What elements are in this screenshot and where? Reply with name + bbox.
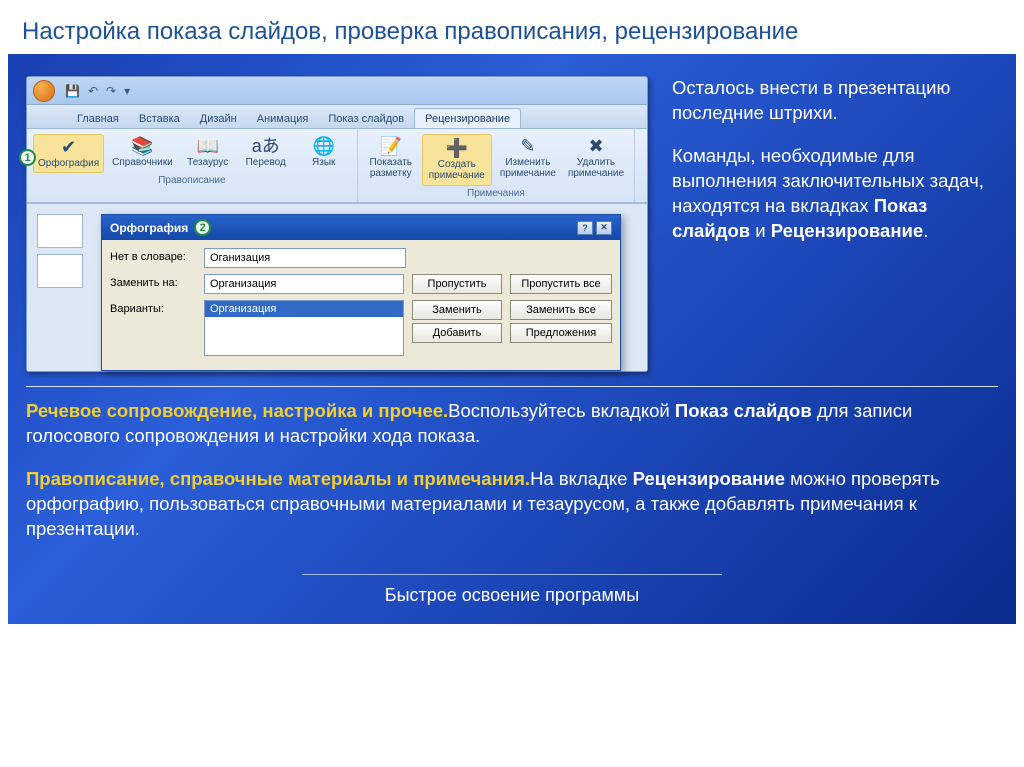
tab-review[interactable]: Рецензирование <box>414 108 521 128</box>
show-markup-icon: 📝 <box>380 137 402 155</box>
ribbon-button-label: Изменить примечание <box>500 157 556 179</box>
ribbon-button-label: Удалить примечание <box>568 157 624 179</box>
ribbon-button-label: Орфография <box>38 158 99 169</box>
translate-button[interactable]: aあ Перевод <box>239 134 293 171</box>
new-comment-button[interactable]: ➕ Создать примечание <box>422 134 492 186</box>
ribbon-button-label: Перевод <box>246 157 286 168</box>
save-icon[interactable]: 💾 <box>65 84 80 98</box>
language-button[interactable]: 🌐 Язык <box>297 134 351 171</box>
office-button[interactable] <box>33 80 55 102</box>
field-not-in-dict: Оганизация <box>204 248 406 268</box>
ribbon-button-label: Показать разметку <box>369 157 412 179</box>
spelling-button[interactable]: ✔ Орфография <box>33 134 104 173</box>
slide-footer: Быстрое освоение программы <box>26 560 998 610</box>
add-button[interactable]: Добавить <box>412 323 502 343</box>
tab-design[interactable]: Дизайн <box>190 109 247 128</box>
tab-home[interactable]: Главная <box>67 109 129 128</box>
group-label-spelling: Правописание <box>33 173 351 186</box>
intro-p1: Осталось внести в презентацию последние … <box>672 76 998 126</box>
thesaurus-icon: 📖 <box>197 137 219 155</box>
slide-thumb[interactable] <box>37 214 83 248</box>
dialog-titlebar: Орфография 2 ? ✕ <box>102 215 620 240</box>
ribbon-tabs: Главная Вставка Дизайн Анимация Показ сл… <box>27 105 647 129</box>
translate-icon: aあ <box>252 137 280 155</box>
change-button[interactable]: Заменить <box>412 300 502 320</box>
ribbon-button-label: Язык <box>312 157 335 168</box>
body-text: Речевое сопровождение, настройка и проче… <box>26 399 998 542</box>
qat-icons: 💾 ↶ ↷ ▾ <box>65 84 130 98</box>
language-icon: 🌐 <box>313 137 335 155</box>
slides-thumbnail-panel <box>37 214 93 294</box>
ribbon-group-spelling: ✔ Орфография 📚 Справочники 📖 Тезаурус aあ Перево… <box>27 129 358 202</box>
undo-icon[interactable]: ↶ <box>88 84 98 98</box>
intro-text: Осталось внести в презентацию последние … <box>672 76 998 372</box>
main-content-panel: 💾 ↶ ↷ ▾ Главная Вставка Дизайн Анимация … <box>8 54 1016 624</box>
ignore-all-button[interactable]: Пропустить все <box>510 274 612 294</box>
label-not-in-dict: Нет в словаре: <box>110 248 196 263</box>
ribbon-button-label: Справочники <box>112 157 173 168</box>
ribbon: 1 ✔Орфография📚Справочники📖ТезаурусaあПере… <box>27 129 647 203</box>
change-all-button[interactable]: Заменить все <box>510 300 612 320</box>
research-icon: 📚 <box>131 137 153 155</box>
research-button[interactable]: 📚 Справочники <box>108 134 177 171</box>
intro-p2: Команды, необходимые для выполнения закл… <box>672 144 998 244</box>
qat-more-icon[interactable]: ▾ <box>124 84 130 98</box>
spelling-icon: ✔ <box>61 138 76 156</box>
group-label-comments: Примечания <box>364 186 628 199</box>
callout-badge-2: 2 <box>194 219 211 236</box>
ribbon-group-comments: 📝 Показать разметку ➕ Создать примечание ✎ Из… <box>358 129 635 202</box>
variants-list[interactable]: Организация <box>204 300 404 356</box>
divider <box>26 386 998 387</box>
edit-comment-button[interactable]: ✎ Изменить примечание <box>496 134 560 182</box>
close-icon[interactable]: ✕ <box>596 221 612 235</box>
tab-animation[interactable]: Анимация <box>247 109 319 128</box>
quick-access-toolbar: 💾 ↶ ↷ ▾ <box>27 77 647 105</box>
callout-badge-1: 1 <box>19 149 36 166</box>
label-variants: Варианты: <box>110 300 196 315</box>
slide-thumb[interactable] <box>37 254 83 288</box>
help-icon[interactable]: ? <box>577 221 593 235</box>
field-change-to[interactable]: Организация <box>204 274 404 294</box>
ignore-button[interactable]: Пропустить <box>412 274 502 294</box>
delete-comment-icon: ✖ <box>588 137 603 155</box>
new-comment-icon: ➕ <box>446 139 468 157</box>
tab-slideshow[interactable]: Показ слайдов <box>318 109 414 128</box>
dialog-title-text: Орфография <box>110 221 188 235</box>
delete-comment-button[interactable]: ✖ Удалить примечание <box>564 134 628 182</box>
slide-title: Настройка показа слайдов, проверка право… <box>0 0 1024 54</box>
show-markup-button[interactable]: 📝 Показать разметку <box>364 134 418 182</box>
ribbon-button-label: Создать примечание <box>429 159 485 181</box>
body-p1: Речевое сопровождение, настройка и проче… <box>26 399 998 449</box>
tab-insert[interactable]: Вставка <box>129 109 190 128</box>
redo-icon[interactable]: ↷ <box>106 84 116 98</box>
body-p2: Правописание, справочные материалы и при… <box>26 467 998 542</box>
powerpoint-screenshot: 💾 ↶ ↷ ▾ Главная Вставка Дизайн Анимация … <box>26 76 648 372</box>
suggest-button[interactable]: Предложения <box>510 323 612 343</box>
variant-item[interactable]: Организация <box>205 301 403 317</box>
label-change-to: Заменить на: <box>110 274 196 289</box>
thesaurus-button[interactable]: 📖 Тезаурус <box>181 134 235 171</box>
edit-comment-icon: ✎ <box>520 137 535 155</box>
ribbon-button-label: Тезаурус <box>187 157 228 168</box>
spelling-dialog: Орфография 2 ? ✕ Нет в словаре: Оганизац… <box>101 214 621 371</box>
editor-area: Орфография 2 ? ✕ Нет в словаре: Оганизац… <box>27 203 647 371</box>
